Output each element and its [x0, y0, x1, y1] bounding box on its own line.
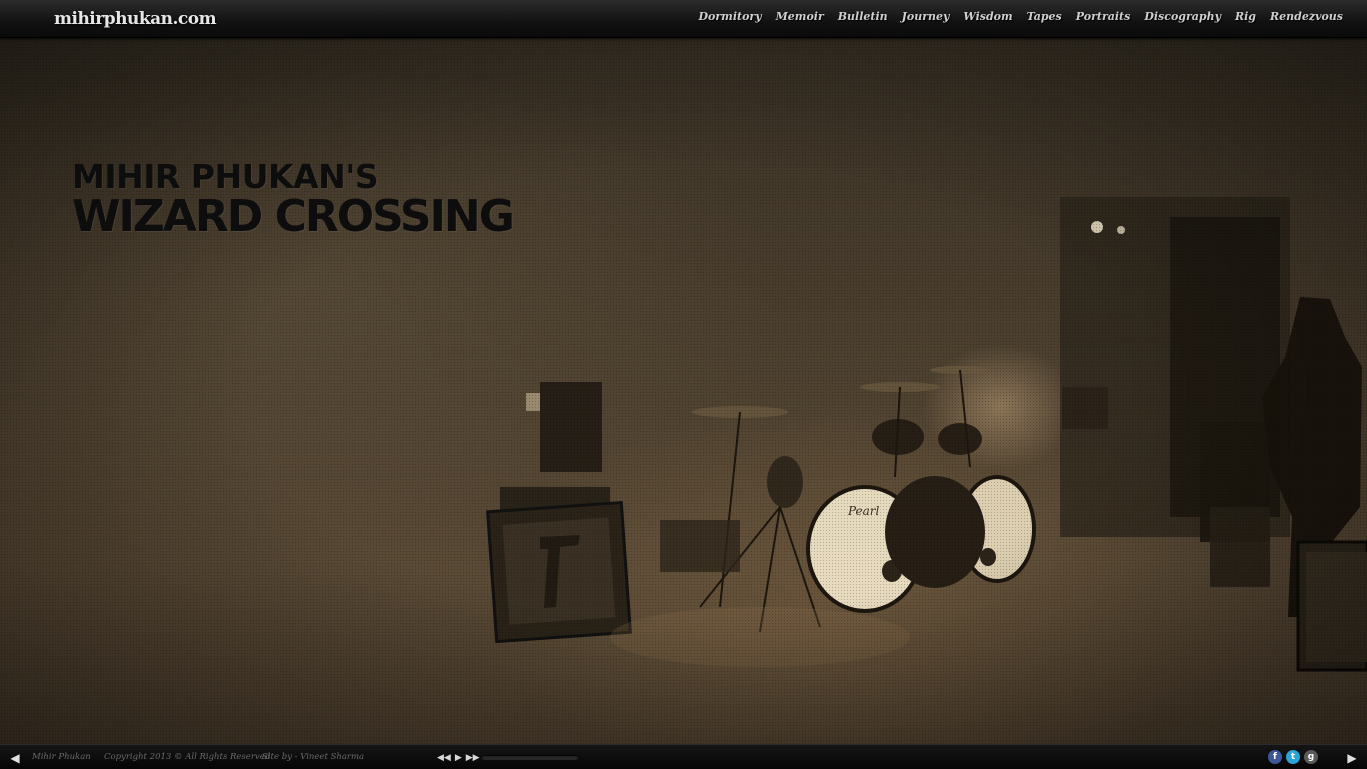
nav-item-wisdom[interactable]: Wisdom	[963, 10, 1012, 23]
nav-item-dormitory[interactable]: Dormitory	[699, 10, 762, 23]
play-icon[interactable]: ▶	[455, 751, 462, 765]
hero-line-1: Mihir Phukan's	[72, 157, 379, 196]
bottom-bar: ◀ Mihir Phukan Copyright 2013 © All Righ…	[0, 744, 1367, 769]
rewind-icon[interactable]: ◀◀	[437, 751, 451, 765]
music-player-controls: ◀◀ ▶ ▶▶	[437, 751, 480, 765]
google-plus-icon[interactable]: g	[1304, 750, 1318, 764]
nav-item-bulletin[interactable]: Bulletin	[838, 10, 888, 23]
facebook-icon[interactable]: f	[1268, 750, 1282, 764]
background-photo: Pearl	[0, 37, 1367, 744]
top-navigation-bar: mihirphukan.com Dormitory Memoir Bulleti…	[0, 0, 1367, 38]
nav-item-rig[interactable]: Rig	[1235, 10, 1256, 23]
hero-line-2: Wizard Crossing	[72, 191, 515, 242]
nav-item-journey[interactable]: Journey	[902, 10, 950, 23]
hero-headline: Mihir Phukan's Wizard Crossing	[72, 157, 515, 242]
footer-copyright: Copyright 2013 © All Rights Reserved	[104, 752, 271, 762]
main-nav: Dormitory Memoir Bulletin Journey Wisdom…	[699, 10, 1343, 23]
fast-forward-icon[interactable]: ▶▶	[466, 751, 480, 765]
footer-credit: Site by - Vineet Sharma	[262, 752, 365, 762]
nav-item-discography[interactable]: Discography	[1144, 10, 1221, 23]
chevron-left-icon[interactable]: ◀	[8, 751, 22, 765]
footer-name: Mihir Phukan	[32, 752, 91, 762]
nav-item-rendezvous[interactable]: Rendezvous	[1270, 10, 1343, 23]
nav-item-memoir[interactable]: Memoir	[776, 10, 824, 23]
svg-text:Pearl: Pearl	[847, 504, 880, 518]
nav-item-tapes[interactable]: Tapes	[1027, 10, 1062, 23]
page: Pearl MIHIR PHUKAN'S WIZARD CROSSING mih…	[0, 0, 1367, 769]
site-logo-link[interactable]: mihirphukan.com	[54, 9, 217, 29]
chevron-right-icon[interactable]: ▶	[1345, 751, 1359, 765]
player-progress-bar[interactable]	[482, 755, 578, 760]
social-links: f t g	[1268, 750, 1318, 764]
twitter-icon[interactable]: t	[1286, 750, 1300, 764]
nav-item-portraits[interactable]: Portraits	[1076, 10, 1131, 23]
rehearsal-room-image: Pearl	[486, 197, 1367, 672]
